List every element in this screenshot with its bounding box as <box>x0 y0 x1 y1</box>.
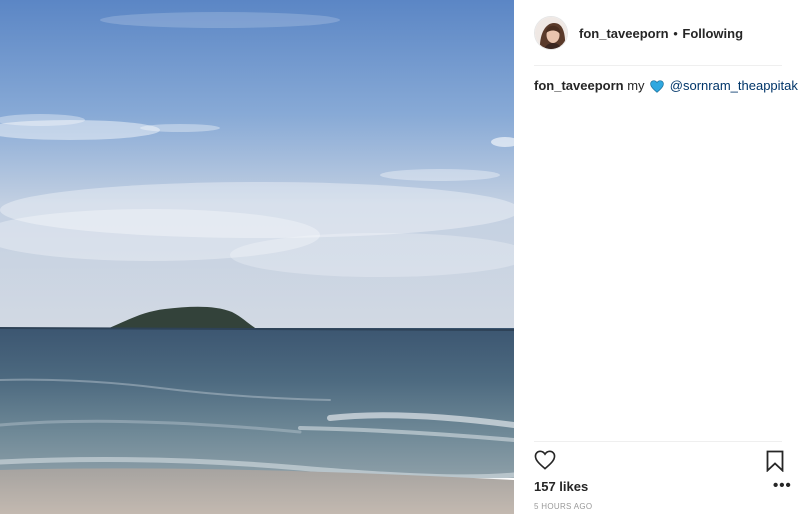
avatar-image <box>535 17 567 49</box>
caption-text: my <box>627 78 645 93</box>
caption-mention[interactable]: @sornram_theappitak <box>670 78 798 93</box>
actions-divider <box>534 441 782 442</box>
post-photo[interactable] <box>0 0 514 514</box>
instagram-post: fon_taveeporn • Following fon_taveeporn … <box>0 0 800 514</box>
seascape-image <box>0 0 514 514</box>
header-separator: • <box>673 25 678 41</box>
blue-heart-icon <box>650 80 664 98</box>
header-text: fon_taveeporn • Following <box>579 26 743 41</box>
like-count[interactable]: 157 likes <box>534 479 588 494</box>
avatar[interactable] <box>534 16 568 50</box>
post-side-panel: fon_taveeporn • Following fon_taveeporn … <box>514 0 800 514</box>
following-button[interactable]: Following <box>682 26 743 41</box>
heart-outline-icon[interactable] <box>534 450 556 475</box>
more-options-button[interactable]: ••• <box>773 478 792 493</box>
bookmark-outline-icon[interactable] <box>766 450 784 477</box>
header-divider <box>534 65 782 66</box>
post-actions <box>534 450 784 474</box>
caption-username[interactable]: fon_taveeporn <box>534 78 624 93</box>
author-username[interactable]: fon_taveeporn <box>579 26 669 41</box>
post-header: fon_taveeporn • Following <box>534 14 782 52</box>
post-timestamp[interactable]: 5 HOURS AGO <box>534 502 592 511</box>
post-caption: fon_taveeporn my @sornram_theappitak <box>534 77 798 98</box>
